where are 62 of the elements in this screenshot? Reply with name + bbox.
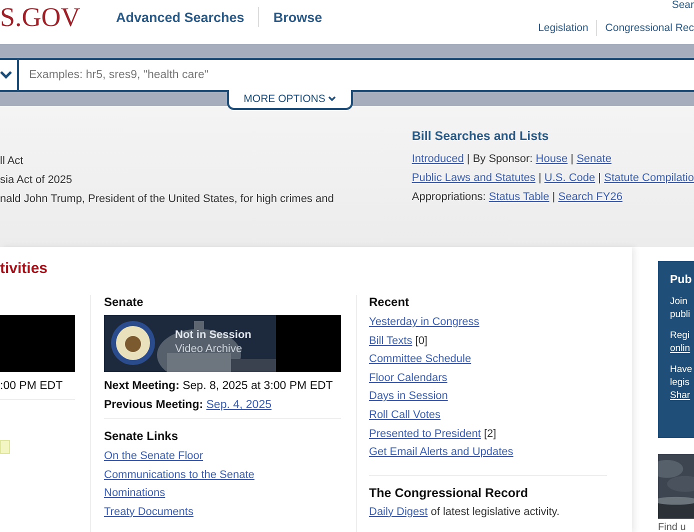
search-link[interactable]: Statute Compilatio: [604, 172, 694, 184]
list-link[interactable]: Nominations: [104, 486, 166, 500]
panel-text: Join: [670, 295, 688, 308]
meeting-link[interactable]: Sep. 4, 2025: [206, 399, 272, 411]
panel-title: Pub: [670, 273, 693, 287]
meeting-time: Next Meeting: Sep. 8, 2025 at 3:00 PM EDT: [104, 379, 333, 393]
chevron-down-icon: [328, 96, 336, 102]
recent-link[interactable]: Presented to President: [369, 428, 481, 440]
dropdown-button[interactable]: [0, 60, 19, 90]
image-caption: Find u: [658, 522, 687, 532]
recent-link[interactable]: Committee Schedule: [369, 352, 472, 366]
column-heading: Senate Links: [104, 429, 178, 444]
meeting-time: :00 PM EDT: [0, 379, 63, 393]
search-link[interactable]: Status Table: [488, 191, 550, 203]
video-status: Not in Session: [175, 328, 252, 342]
list-link[interactable]: Communications to the Senate: [104, 468, 254, 482]
column-heading: Senate: [104, 295, 144, 310]
nav-link[interactable]: Congressional Rec: [605, 22, 694, 34]
search-link[interactable]: Introduced: [412, 153, 464, 165]
search-link[interactable]: Senate: [576, 153, 612, 165]
link-line: Introduced | By Sponsor: House | Senate: [412, 152, 612, 166]
search-link[interactable]: Public Laws and Statutes: [412, 172, 536, 184]
recent-item: Presented to President [2]: [369, 426, 496, 441]
link-line: Appropriations: Status Table | Search FY26: [412, 190, 624, 204]
nav-link[interactable]: Legislation: [538, 22, 588, 34]
column-heading: Recent: [369, 295, 410, 310]
highlight-mark: [0, 440, 10, 454]
panel-link[interactable]: Shar: [670, 389, 694, 402]
panel-text: Have: [670, 363, 694, 376]
bill-link[interactable]: ll Act: [0, 154, 412, 168]
nav-link[interactable]: Browse: [273, 10, 322, 24]
more-options-button[interactable]: MORE OPTIONS: [227, 90, 353, 110]
list-link[interactable]: Treaty Documents: [104, 504, 194, 519]
record-link[interactable]: Daily Digest: [369, 506, 428, 518]
recent-link[interactable]: Floor Calendars: [369, 370, 448, 385]
video-caption: Video Archive: [175, 342, 244, 356]
panel-link[interactable]: onlin: [670, 342, 694, 355]
search-link[interactable]: Sear: [672, 0, 694, 11]
meeting-time: Previous Meeting: Sep. 4, 2025: [104, 398, 272, 412]
search-link[interactable]: Search FY26: [558, 191, 622, 203]
search-link[interactable]: House: [536, 153, 568, 165]
panel-text: publi: [670, 308, 692, 321]
site-logo[interactable]: S.GOV: [0, 0, 116, 34]
bill-link[interactable]: sia Act of 2025: [0, 173, 412, 187]
recent-link[interactable]: Days in Session: [369, 389, 448, 404]
panel-text: Regi: [670, 329, 691, 342]
chevron-down-icon: [0, 71, 12, 79]
list-link[interactable]: On the Senate Floor: [104, 449, 204, 463]
nav-link[interactable]: Advanced Searches: [116, 10, 244, 24]
section-heading: Bill Searches and Lists: [412, 129, 550, 143]
bill-link[interactable]: nald John Trump, President of the United States, for high crimes and: [0, 192, 412, 206]
recent-link[interactable]: Bill Texts: [369, 334, 412, 347]
column-heading: The Congressional Record: [369, 486, 528, 501]
link-line: Public Laws and Statutes | U.S. Code | Statute Compilatio: [412, 171, 694, 185]
section-heading: tivities: [0, 260, 49, 278]
record-description: Daily Digest of latest legislative activity.: [369, 504, 560, 519]
search-link[interactable]: U.S. Code: [544, 172, 596, 184]
recent-link[interactable]: Get Email Alerts and Updates: [369, 445, 514, 460]
recent-link[interactable]: Roll Call Votes: [369, 408, 441, 422]
recent-item: Bill Texts [0]: [369, 334, 428, 348]
panel-text: legis: [670, 376, 691, 389]
recent-link[interactable]: Yesterday in Congress: [369, 315, 480, 329]
